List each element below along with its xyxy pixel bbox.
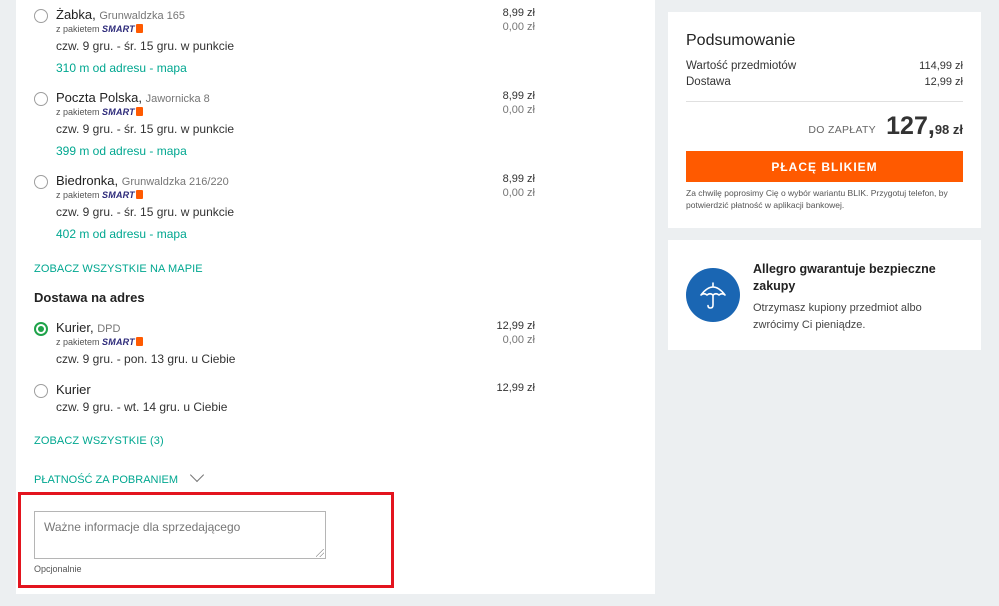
seller-note-placeholder: Ważne informacje dla sprzedającego — [44, 520, 241, 534]
option-price: 8,99 zł — [502, 173, 535, 185]
option-price: 8,99 zł — [502, 7, 535, 19]
smart-badge: z pakietem SMART — [56, 24, 143, 34]
distance-map-link[interactable]: 399 m od adresu - mapa — [56, 144, 187, 158]
cash-on-delivery-toggle[interactable]: PŁATNOŚĆ ZA POBRANIEM — [34, 467, 205, 486]
smart-tag-icon — [135, 107, 143, 116]
total-amount: 127,98 zł — [886, 112, 963, 140]
smart-price: 0,00 zł — [502, 334, 535, 346]
total-label: DO ZAPŁATY — [808, 124, 876, 136]
radio-button[interactable] — [34, 9, 48, 23]
resize-grip-icon[interactable] — [316, 549, 324, 557]
guarantee-title: Allegro gwarantuje bezpieczne zakupy — [753, 262, 936, 293]
option-price: 12,99 zł — [496, 382, 535, 394]
guarantee-box: Allegro gwarantuje bezpieczne zakupy Otr… — [668, 240, 981, 350]
option-name: Kurier — [56, 320, 90, 335]
option-name: Żabka — [56, 7, 93, 22]
option-name: Poczta Polska — [56, 90, 139, 105]
seller-note-textarea[interactable]: Ważne informacje dla sprzedającego — [34, 511, 326, 559]
shipping-value: 12,99 zł — [924, 76, 963, 88]
items-value: 114,99 zł — [919, 60, 963, 72]
shipping-row: Dostawa 12,99 zł — [686, 76, 963, 88]
seller-note-hint: Opcjonalnie — [34, 564, 82, 574]
smart-logo: SMART — [102, 24, 135, 34]
blik-note: Za chwilę poprosimy Cię o wybór wariantu… — [686, 188, 948, 210]
delivery-eta: czw. 9 gru. - śr. 15 gru. w punkcie — [56, 122, 235, 136]
option-carrier: DPD — [97, 323, 121, 335]
smart-tag-icon — [135, 24, 143, 33]
radio-button-selected[interactable] — [34, 322, 48, 336]
distance-map-link[interactable]: 402 m od adresu - mapa — [56, 227, 187, 241]
smart-badge: z pakietem SMART — [56, 337, 143, 347]
see-all-on-map-link[interactable]: ZOBACZ WSZYSTKIE NA MAPIE — [34, 263, 203, 275]
option-name: Biedronka — [56, 173, 115, 188]
delivery-eta: czw. 9 gru. - wt. 14 gru. u Ciebie — [56, 400, 228, 414]
smart-price: 0,00 zł — [502, 21, 535, 33]
smart-tag-icon — [135, 190, 143, 199]
smart-badge: z pakietem SMART — [56, 190, 143, 200]
delivery-eta: czw. 9 gru. - śr. 15 gru. w punkcie — [56, 39, 235, 53]
radio-button[interactable] — [34, 92, 48, 106]
delivery-eta: czw. 9 gru. - śr. 15 gru. w punkcie — [56, 205, 235, 219]
umbrella-icon — [686, 268, 740, 322]
option-price: 12,99 zł — [496, 320, 535, 332]
radio-button[interactable] — [34, 384, 48, 398]
radio-button[interactable] — [34, 175, 48, 189]
option-address: Jawornicka 8 — [145, 93, 210, 105]
option-price: 8,99 zł — [502, 90, 535, 102]
smart-logo: SMART — [102, 337, 135, 347]
divider — [686, 101, 963, 102]
distance-map-link[interactable]: 310 m od adresu - mapa — [56, 61, 187, 75]
delivery-eta: czw. 9 gru. - pon. 13 gru. u Ciebie — [56, 352, 236, 366]
chevron-down-icon — [189, 467, 205, 483]
order-summary: Podsumowanie Wartość przedmiotów 114,99 … — [668, 12, 981, 228]
address-delivery-title: Dostawa na adres — [34, 290, 145, 305]
cash-on-delivery-label: PŁATNOŚĆ ZA POBRANIEM — [34, 474, 179, 486]
option-address: Grunwaldzka 216/220 — [121, 176, 229, 188]
smart-logo: SMART — [102, 190, 135, 200]
smart-logo: SMART — [102, 107, 135, 117]
summary-title: Podsumowanie — [686, 32, 796, 49]
guarantee-text: Otrzymasz kupiony przedmiot albo zwrócim… — [753, 302, 922, 331]
option-address: Grunwaldzka 165 — [99, 10, 185, 22]
smart-price: 0,00 zł — [502, 104, 535, 116]
smart-badge: z pakietem SMART — [56, 107, 143, 117]
smart-tag-icon — [135, 337, 143, 346]
see-all-couriers-link[interactable]: ZOBACZ WSZYSTKIE (3) — [34, 435, 164, 447]
items-value-row: Wartość przedmiotów 114,99 zł — [686, 60, 963, 72]
smart-price: 0,00 zł — [502, 187, 535, 199]
option-name: Kurier — [56, 382, 91, 397]
pay-with-blik-button[interactable]: PŁACĘ BLIKIEM — [686, 151, 963, 182]
delivery-panel: Żabka, Grunwaldzka 165 z pakietem SMART … — [16, 0, 655, 594]
